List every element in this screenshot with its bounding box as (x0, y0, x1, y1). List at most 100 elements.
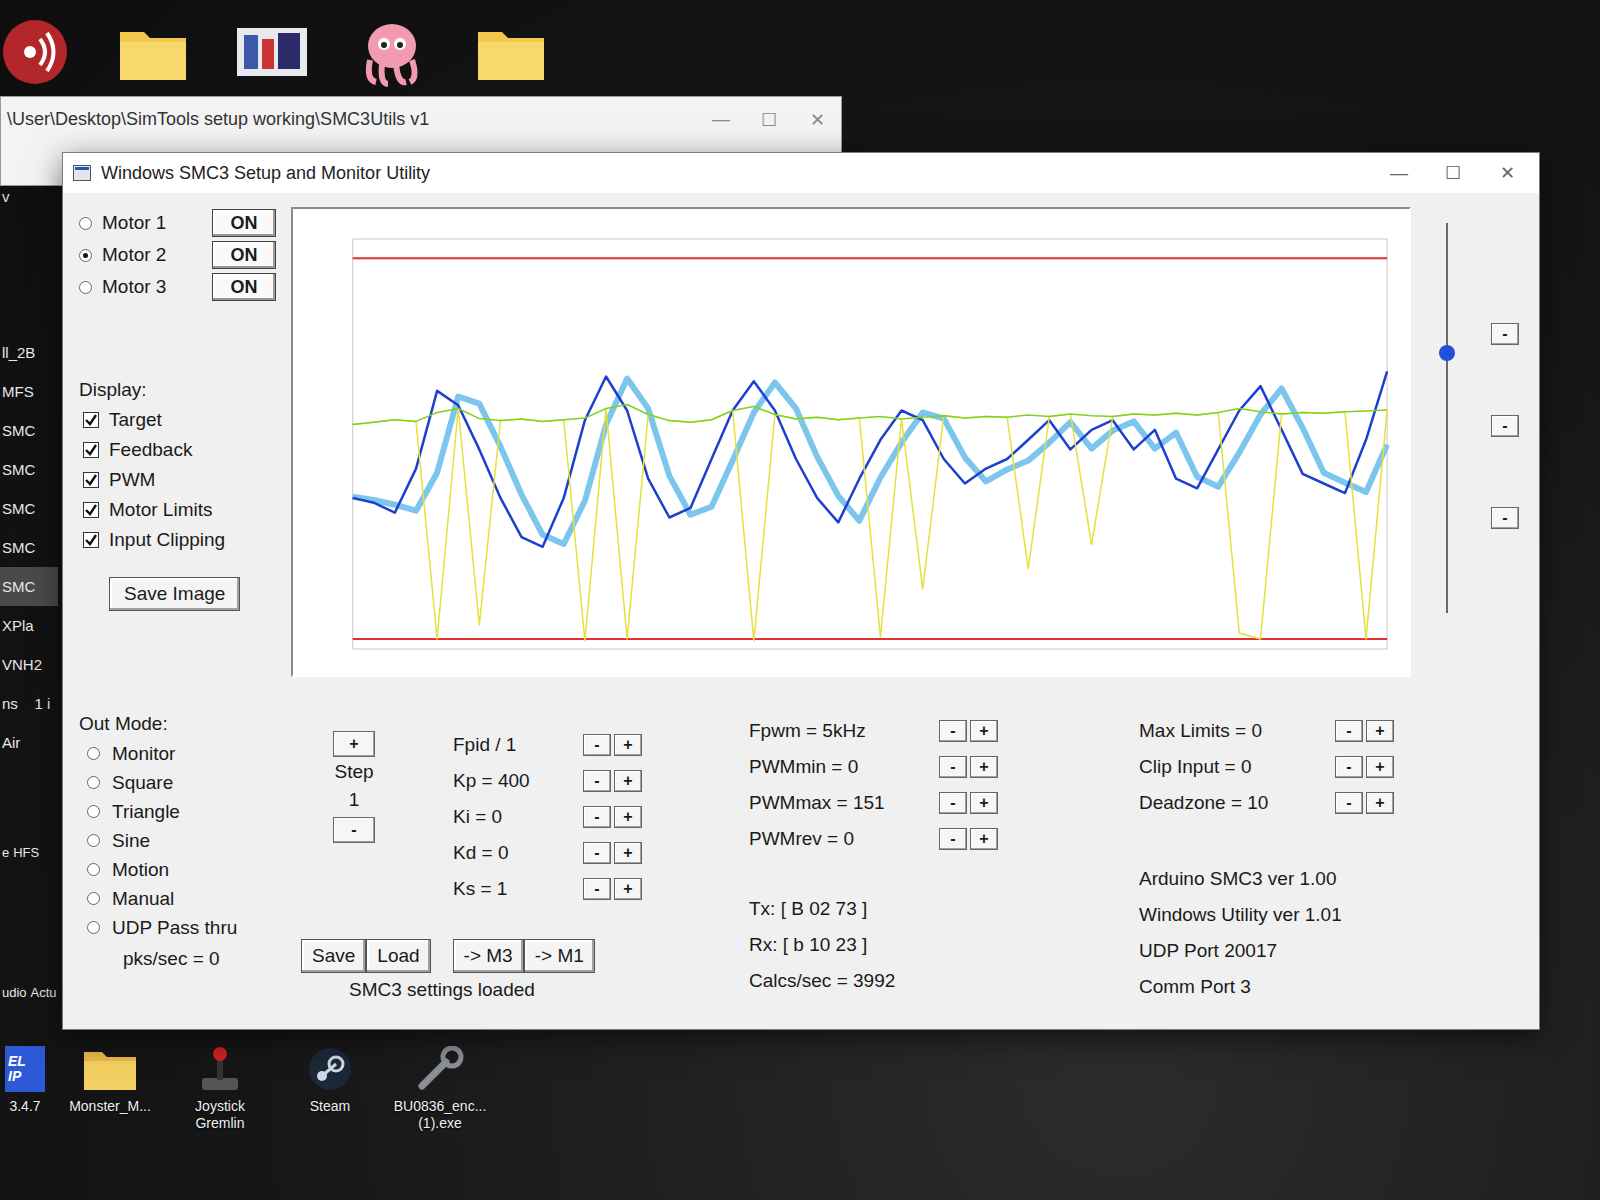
decrease-button[interactable]: - (583, 734, 611, 756)
window-control-button[interactable]: ☐ (1431, 162, 1475, 184)
step-decrease-button[interactable]: - (333, 817, 375, 843)
out-mode-radio[interactable] (87, 805, 100, 818)
increase-button[interactable]: + (970, 792, 998, 814)
window-control-button[interactable]: ✕ (803, 109, 831, 131)
increase-button[interactable]: + (614, 878, 642, 900)
slider-knob[interactable] (1439, 345, 1455, 361)
motor-on-button[interactable]: ON (212, 241, 276, 269)
out-mode-radio[interactable] (87, 834, 100, 847)
desktop-file-label[interactable]: XPla (0, 606, 58, 645)
out-mode-option[interactable]: Monitor (79, 739, 279, 768)
decrease-button[interactable]: - (583, 770, 611, 792)
desktop-file-label[interactable]: ll_2B (0, 333, 58, 372)
motor-radio[interactable] (79, 249, 92, 262)
motor-radio[interactable] (79, 217, 92, 230)
out-mode-option[interactable]: Square (79, 768, 279, 797)
desktop-file-label[interactable]: Actu (31, 985, 57, 1000)
motor-on-button[interactable]: ON (212, 209, 276, 237)
desktop-file-label[interactable]: SMC (0, 567, 58, 606)
audio-app-icon[interactable] (0, 17, 70, 87)
decrease-button[interactable]: - (939, 720, 967, 742)
display-checkbox-row[interactable]: PWM (79, 465, 279, 495)
display-checkbox-row[interactable]: Motor Limits (79, 495, 279, 525)
desktop-shortcut[interactable]: BU0836_enc... (1).exe (390, 1046, 490, 1132)
decrease-button[interactable]: - (939, 792, 967, 814)
increase-button[interactable]: + (1366, 756, 1394, 778)
check-icon (84, 503, 98, 517)
desktop-file-label[interactable]: MFS (0, 372, 58, 411)
desktop-shortcut[interactable]: Steam (280, 1046, 380, 1115)
desktop-file-label[interactable]: HFS (13, 845, 39, 860)
octopus-icon[interactable] (356, 16, 428, 88)
increase-button[interactable]: + (1366, 720, 1394, 742)
out-mode-radio[interactable] (87, 892, 100, 905)
out-mode-option[interactable]: UDP Pass thru (79, 913, 279, 942)
checkbox[interactable] (83, 442, 99, 458)
decrease-button[interactable]: - (1335, 756, 1363, 778)
desktop-shortcut[interactable]: Monster_M... (60, 1046, 160, 1115)
out-mode-option[interactable]: Triangle (79, 797, 279, 826)
folder-icon[interactable] (476, 22, 546, 82)
desktop-shortcut[interactable]: ELIP3.4.7 (0, 1046, 50, 1115)
decrease-button[interactable]: - (939, 756, 967, 778)
checkbox[interactable] (83, 532, 99, 548)
side-minus-button[interactable]: - (1491, 507, 1519, 529)
smc3-window[interactable]: Windows SMC3 Setup and Monitor Utility—☐… (62, 152, 1540, 1030)
out-mode-option[interactable]: Motion (79, 855, 279, 884)
display-checkbox-row[interactable]: Feedback (79, 435, 279, 465)
decrease-button[interactable]: - (583, 842, 611, 864)
increase-button[interactable]: + (970, 828, 998, 850)
desktop-file-label[interactable]: udio (2, 985, 27, 1000)
desktop-file-label[interactable]: VNH2 (0, 645, 58, 684)
decrease-button[interactable]: - (1335, 720, 1363, 742)
display-checkbox-row[interactable]: Target (79, 405, 279, 435)
checkbox[interactable] (83, 412, 99, 428)
out-mode-option[interactable]: Sine (79, 826, 279, 855)
increase-button[interactable]: + (1366, 792, 1394, 814)
increase-button[interactable]: + (614, 770, 642, 792)
action-button[interactable]: -> M3 (453, 939, 524, 973)
checkbox[interactable] (83, 502, 99, 518)
out-mode-option[interactable]: Manual (79, 884, 279, 913)
action-button[interactable]: -> M1 (524, 939, 595, 973)
decrease-button[interactable]: - (1335, 792, 1363, 814)
decrease-button[interactable]: - (939, 828, 967, 850)
save-image-button[interactable]: Save Image (109, 577, 240, 611)
out-mode-radio[interactable] (87, 776, 100, 789)
display-checkbox-row[interactable]: Input Clipping (79, 525, 279, 555)
desktop-file-label[interactable]: e (2, 845, 9, 860)
side-minus-button[interactable]: - (1491, 323, 1519, 345)
window-control-button[interactable]: ✕ (1485, 162, 1529, 184)
checkbox[interactable] (83, 472, 99, 488)
motor-on-button[interactable]: ON (212, 273, 276, 301)
increase-button[interactable]: + (614, 734, 642, 756)
decrease-button[interactable]: - (583, 878, 611, 900)
increase-button[interactable]: + (970, 720, 998, 742)
increase-button[interactable]: + (614, 842, 642, 864)
desktop-file-label[interactable]: Air (0, 723, 58, 762)
folder-icon[interactable] (118, 22, 188, 82)
out-mode-radio[interactable] (87, 863, 100, 876)
out-mode-radio[interactable] (87, 921, 100, 934)
action-button[interactable]: Save (301, 939, 366, 973)
motor-radio[interactable] (79, 281, 92, 294)
action-button[interactable]: Load (366, 939, 430, 973)
image-file-icon[interactable] (236, 27, 308, 77)
window-control-button[interactable]: — (707, 109, 735, 131)
desktop-shortcut[interactable]: Joystick Gremlin (170, 1046, 270, 1132)
out-mode-radio[interactable] (87, 747, 100, 760)
desktop-file-label[interactable]: SMC (0, 528, 58, 567)
window-control-button[interactable]: — (1377, 163, 1421, 184)
window-control-button[interactable]: ☐ (755, 109, 783, 131)
side-minus-button[interactable]: - (1491, 415, 1519, 437)
step-increase-button[interactable]: + (333, 731, 375, 757)
vertical-slider[interactable] (1437, 223, 1457, 613)
desktop-file-label[interactable]: SMC (0, 411, 58, 450)
decrease-button[interactable]: - (583, 806, 611, 828)
increase-button[interactable]: + (614, 806, 642, 828)
motor-row: Motor 1ON (79, 207, 279, 239)
desktop-file-label[interactable]: ns 1 i (0, 684, 58, 723)
desktop-file-label[interactable]: SMC (0, 489, 58, 528)
increase-button[interactable]: + (970, 756, 998, 778)
desktop-file-label[interactable]: SMC (0, 450, 58, 489)
